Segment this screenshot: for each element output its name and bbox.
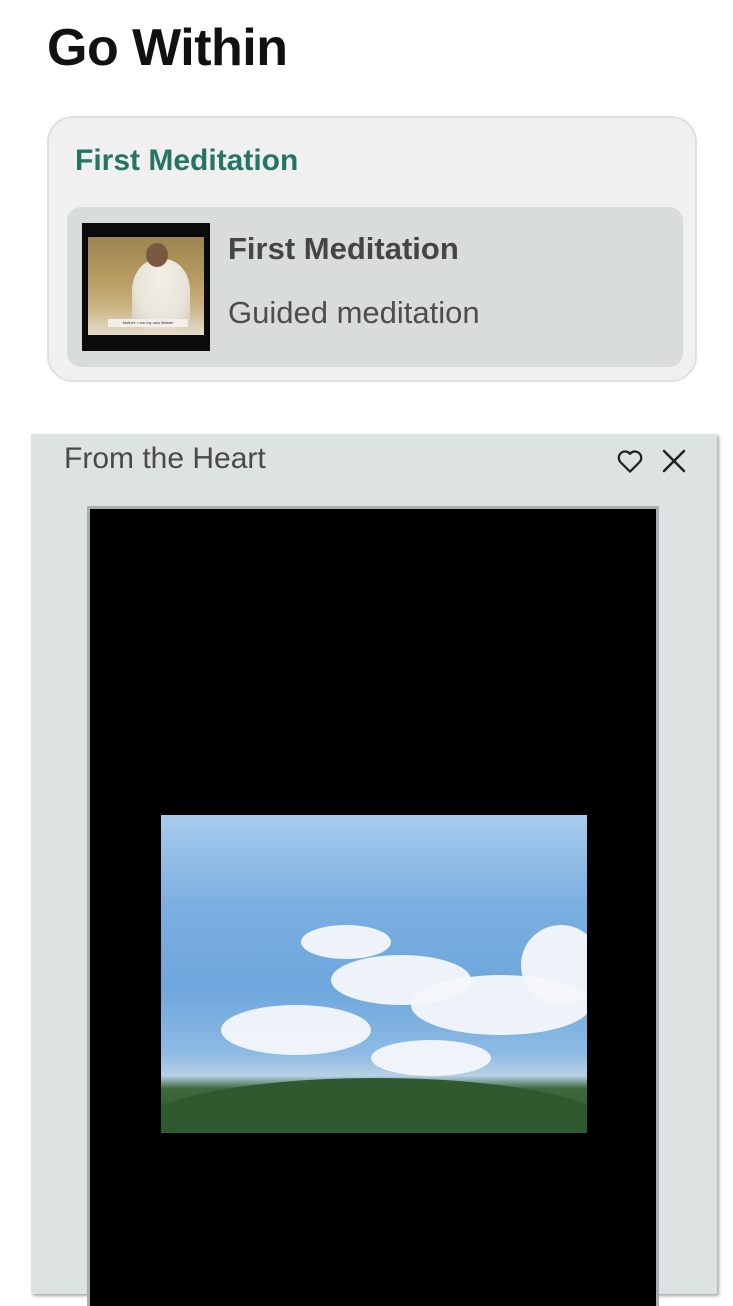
close-icon[interactable]: [659, 446, 689, 476]
video-viewport[interactable]: [87, 506, 659, 1306]
section-card: First Meditation Mother: I am my own Mas…: [47, 116, 697, 382]
item-subtitle: Guided meditation: [228, 295, 480, 330]
item-thumbnail: Mother: I am my own Master: [82, 223, 210, 351]
video-frame-image: [161, 815, 587, 1133]
video-player-panel: From the Heart: [31, 434, 717, 1306]
item-title: First Meditation: [228, 231, 459, 266]
section-title[interactable]: First Meditation: [75, 144, 298, 178]
list-item[interactable]: Mother: I am my own Master First Meditat…: [67, 207, 683, 367]
thumbnail-caption: Mother: I am my own Master: [108, 319, 188, 327]
player-title: From the Heart: [64, 442, 266, 475]
heart-icon[interactable]: [615, 446, 645, 476]
page-title: Go Within: [47, 19, 288, 77]
